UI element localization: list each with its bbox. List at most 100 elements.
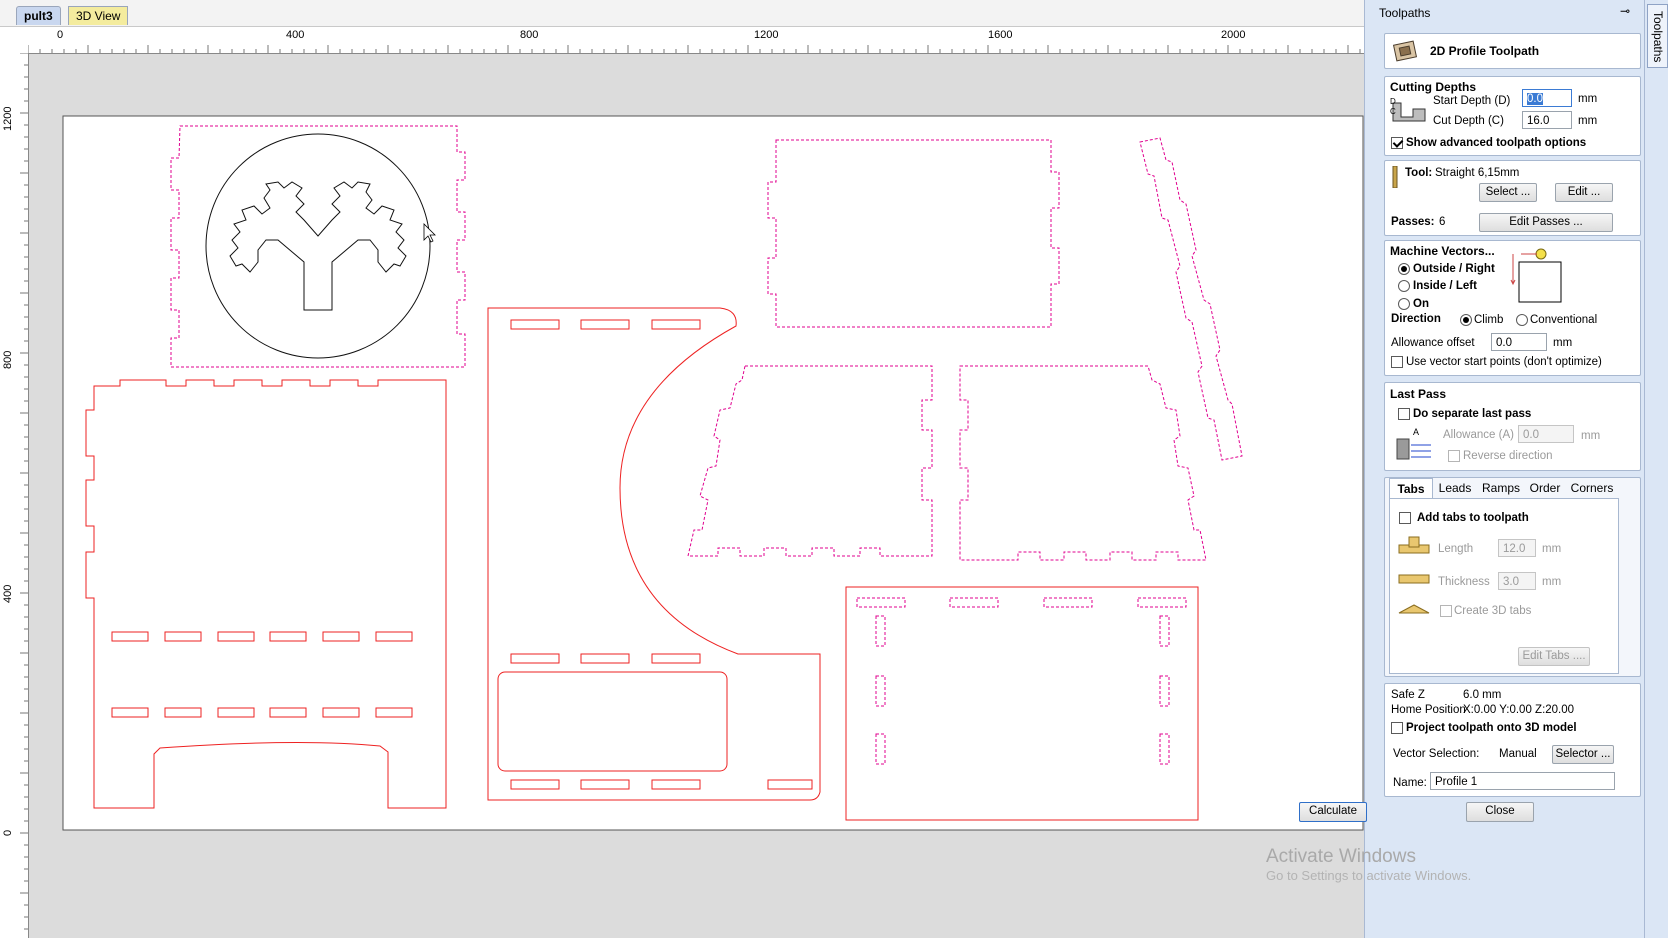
activate-windows-title: Activate Windows — [1266, 846, 1416, 867]
project-toolpath-label: Project toolpath onto 3D model — [1406, 722, 1577, 734]
vector-selection-value: Manual — [1499, 748, 1537, 760]
safe-z-label: Safe Z — [1391, 689, 1425, 701]
edit-tabs-button[interactable]: Edit Tabs .... — [1518, 647, 1590, 666]
ruler-left-label: 800 — [2, 350, 14, 369]
toolpath-title-group: 2D Profile Toolpath — [1384, 33, 1641, 69]
edit-tool-button[interactable]: Edit ... — [1555, 183, 1613, 202]
tab-thickness-input[interactable]: 3.0 — [1498, 572, 1536, 590]
radio-conventional[interactable] — [1516, 314, 1528, 326]
cut-depth-unit: mm — [1578, 115, 1598, 127]
add-tabs-checkbox[interactable] — [1399, 512, 1411, 524]
create-3d-tabs-label: Create 3D tabs — [1454, 605, 1532, 617]
toolpath-name-input[interactable]: Profile 1 — [1430, 772, 1615, 790]
profile-toolpath-icon — [1393, 40, 1418, 62]
start-depth-label: Start Depth (D) — [1433, 95, 1511, 107]
safe-settings-group: Safe Z 6.0 mm Home Position X:0.00 Y:0.0… — [1384, 683, 1641, 797]
toolpaths-side-tab-label: Toolpaths — [1651, 11, 1665, 63]
tabs-tab-content: Add tabs to toolpath Length 12.0 mm Thic… — [1389, 498, 1619, 674]
tab-order[interactable]: Order — [1525, 478, 1565, 498]
material-sheet — [62, 115, 1364, 831]
radio-on[interactable] — [1398, 298, 1410, 310]
toolpaths-side-tab[interactable]: Toolpaths — [1647, 4, 1668, 68]
close-button[interactable]: Close — [1466, 802, 1534, 822]
tab-corners[interactable]: Corners — [1567, 478, 1617, 498]
edit-passes-button[interactable]: Edit Passes ... — [1479, 213, 1613, 232]
drawing-vectors[interactable] — [29, 54, 1364, 938]
tool-value: Straight 6,15mm — [1435, 167, 1520, 179]
tool-bit-icon — [1392, 166, 1398, 188]
ruler-top-label: 0 — [57, 29, 64, 41]
project-toolpath-checkbox[interactable] — [1391, 722, 1403, 734]
cut-depth-label: Cut Depth (C) — [1433, 115, 1504, 127]
toolpath-panel: Toolpaths ⊸ 2D Profile Toolpath Cutting … — [1364, 0, 1645, 938]
ruler-top-label: 800 — [520, 29, 539, 41]
climb-label: Climb — [1474, 314, 1504, 326]
panel-header-title: Toolpaths — [1379, 6, 1431, 20]
options-tab-group: Tabs Leads Ramps Order Corners Add tabs … — [1384, 477, 1641, 677]
ruler-top-label: 2000 — [1221, 29, 1246, 41]
ruler-top-label: 1200 — [754, 29, 779, 41]
home-position-value: X:0.00 Y:0.00 Z:20.00 — [1463, 704, 1575, 716]
ruler-left-label: 0 — [2, 829, 14, 836]
cutting-depths-title: Cutting Depths — [1390, 80, 1476, 94]
drawing-canvas[interactable] — [29, 54, 1364, 938]
tool-label: Tool: — [1405, 167, 1433, 179]
ruler-top-label: 400 — [286, 29, 305, 41]
selector-button[interactable]: Selector ... — [1552, 745, 1614, 764]
tab-length-input[interactable]: 12.0 — [1498, 539, 1536, 557]
panel-side-strip: Toolpaths — [1644, 0, 1668, 938]
ruler-vertical: 1200 800 400 0 — [0, 52, 29, 938]
allowance-offset-input[interactable]: 0.0 — [1491, 333, 1547, 351]
calculate-button[interactable]: Calculate — [1299, 802, 1367, 822]
document-tab-bar: pult3 3D View — [0, 0, 1364, 27]
name-label: Name: — [1393, 777, 1427, 789]
passes-label: Passes: — [1391, 216, 1435, 228]
inside-left-label: Inside / Left — [1413, 280, 1477, 292]
create-3d-tabs-checkbox[interactable] — [1440, 605, 1452, 617]
select-tool-button[interactable]: Select ... — [1479, 183, 1537, 202]
ruler-top-label: 1600 — [988, 29, 1013, 41]
vector-selection-label: Vector Selection: — [1393, 748, 1480, 760]
last-pass-title: Last Pass — [1390, 387, 1447, 401]
outside-profile-diagram-icon — [1510, 248, 1562, 303]
last-pass-allowance-unit: mm — [1581, 430, 1601, 442]
reverse-direction-label: Reverse direction — [1463, 450, 1553, 462]
doc-tab-3d-view[interactable]: 3D View — [68, 6, 129, 25]
start-depth-value: 0.0 — [1527, 93, 1543, 105]
ruler-horizontal-ticks — [27, 45, 1361, 53]
tab-leads[interactable]: Leads — [1433, 478, 1477, 498]
reverse-direction-checkbox[interactable] — [1448, 450, 1460, 462]
conventional-label: Conventional — [1530, 314, 1598, 326]
toolpath-title: 2D Profile Toolpath — [1430, 44, 1540, 58]
allowance-offset-label: Allowance offset — [1391, 337, 1475, 349]
separate-last-pass-label: Do separate last pass — [1413, 408, 1532, 420]
radio-inside-left[interactable] — [1398, 280, 1410, 292]
radio-climb[interactable] — [1460, 314, 1472, 326]
cutting-depths-group: Cutting Depths D C Start Depth (D) 0.0 m… — [1384, 76, 1641, 156]
ruler-vertical-ticks — [20, 52, 28, 930]
cut-depth-input[interactable]: 16.0 — [1522, 111, 1572, 129]
vector-start-points-checkbox[interactable] — [1391, 356, 1403, 368]
on-label: On — [1413, 298, 1429, 310]
last-pass-allowance-input[interactable]: 0.0 — [1518, 425, 1574, 443]
pin-icon[interactable]: ⊸ — [1620, 4, 1630, 18]
tab-tabs[interactable]: Tabs — [1389, 478, 1433, 499]
tab-length-icon — [1398, 536, 1430, 554]
separate-last-pass-checkbox[interactable] — [1398, 408, 1410, 420]
outside-right-label: Outside / Right — [1413, 263, 1495, 275]
radio-outside-right[interactable] — [1398, 263, 1410, 275]
tab-thickness-icon — [1398, 574, 1430, 584]
last-pass-group: Last Pass Do separate last pass A Allowa… — [1384, 382, 1641, 471]
doc-tab-pult3[interactable]: pult3 — [16, 6, 61, 25]
tool-group: Tool: Straight 6,15mm Select ... Edit ..… — [1384, 160, 1641, 236]
create-3d-tabs-icon — [1398, 604, 1430, 614]
show-advanced-label: Show advanced toolpath options — [1406, 137, 1587, 149]
show-advanced-checkbox[interactable] — [1391, 137, 1403, 149]
ruler-left-label: 1200 — [2, 106, 14, 131]
passes-value: 6 — [1439, 216, 1446, 228]
tab-ramps[interactable]: Ramps — [1479, 478, 1523, 498]
ruler-corner — [0, 27, 29, 54]
start-depth-input[interactable]: 0.0 — [1522, 89, 1572, 107]
machine-vectors-group: Machine Vectors... Outside / Right Insid… — [1384, 240, 1641, 376]
diagram-label-c: C — [1390, 107, 1396, 116]
